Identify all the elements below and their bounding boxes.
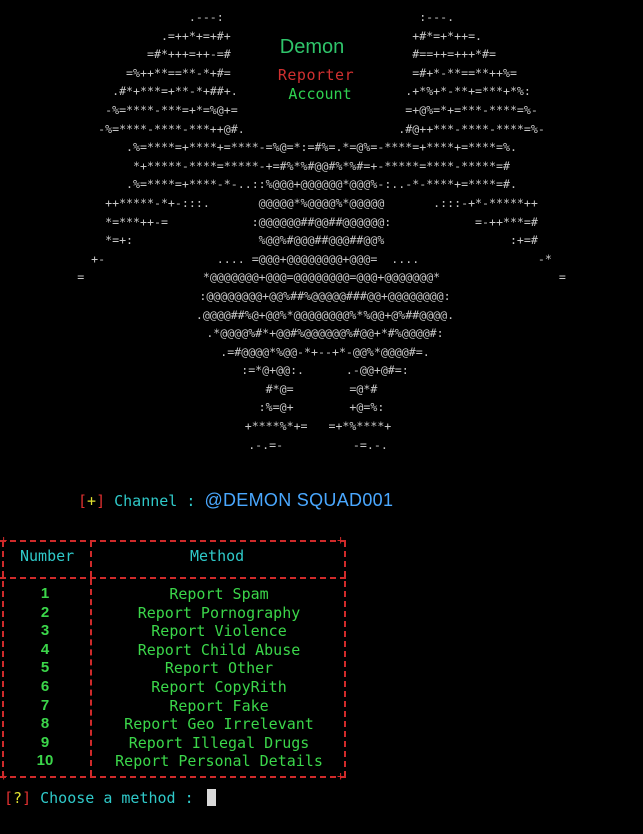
method-table: + + + + Number Method 1 Report Spam 2 Repo… bbox=[0, 533, 350, 783]
table-row[interactable]: 8 Report Geo Irrelevant bbox=[0, 715, 346, 734]
channel-bracket-close: ] bbox=[96, 492, 106, 510]
command-prompt[interactable]: [?] Choose a method : bbox=[4, 789, 216, 807]
table-row[interactable]: 9 Report Illegal Drugs bbox=[0, 734, 346, 753]
table-header-divider bbox=[90, 541, 92, 577]
channel-label: Channel : bbox=[105, 492, 205, 510]
row-number: 1 bbox=[40, 585, 50, 602]
row-method: Report Violence bbox=[151, 622, 287, 641]
channel-line: [+] Channel : @DEMON SQUAD001 bbox=[78, 490, 393, 511]
table-row[interactable]: 7 Report Fake bbox=[0, 697, 346, 716]
row-number: 7 bbox=[40, 696, 50, 714]
table-row[interactable]: 3 Report Violence bbox=[0, 622, 346, 641]
table-body: 1 Report Spam 2 Report Pornography 3 Report… bbox=[0, 585, 346, 771]
table-row[interactable]: 2 Report Pornography bbox=[0, 604, 346, 623]
channel-plus-marker: + bbox=[87, 492, 97, 510]
prompt-label: Choose a method : bbox=[31, 789, 203, 807]
table-row[interactable]: 5 Report Other bbox=[0, 659, 346, 678]
banner-subtitle-account: Account bbox=[288, 85, 352, 103]
terminal-window: .---: :---. .=++*+=+#+ +#*=+*++=. =#*+++… bbox=[0, 0, 643, 834]
table-header-method: Method bbox=[190, 547, 245, 565]
row-method: Report Geo Irrelevant bbox=[124, 715, 314, 734]
prompt-question-marker: ? bbox=[13, 789, 23, 807]
table-row[interactable]: 4 Report Child Abuse bbox=[0, 641, 346, 660]
table-header-number: Number bbox=[20, 547, 75, 565]
prompt-bracket-open: [ bbox=[4, 789, 14, 807]
row-method: Report Child Abuse bbox=[137, 640, 301, 659]
text-cursor[interactable] bbox=[206, 789, 216, 806]
row-number: 3 bbox=[40, 622, 50, 640]
row-method: Report Spam bbox=[169, 585, 269, 603]
table-row[interactable]: 1 Report Spam bbox=[0, 585, 346, 604]
row-method: Report Other bbox=[164, 659, 274, 678]
row-method: Report Illegal Drugs bbox=[128, 733, 310, 752]
banner-subtitle-reporter: Reporter bbox=[277, 66, 355, 84]
table-row[interactable]: 6 Report CopyRith bbox=[0, 678, 346, 697]
row-method: Report Personal Details bbox=[115, 752, 323, 771]
channel-bracket-open: [ bbox=[78, 492, 88, 510]
row-method: Report Fake bbox=[169, 696, 269, 715]
row-number: 9 bbox=[40, 733, 50, 751]
channel-handle-link[interactable]: @DEMON SQUAD001 bbox=[204, 490, 393, 510]
row-number: 5 bbox=[40, 659, 50, 677]
row-number: 8 bbox=[40, 715, 50, 733]
row-method: Report Pornography bbox=[137, 603, 301, 622]
row-number: 4 bbox=[40, 640, 50, 658]
table-row[interactable]: 10 Report Personal Details bbox=[0, 752, 346, 771]
row-number: 2 bbox=[40, 603, 50, 621]
row-method: Report CopyRith bbox=[151, 677, 287, 696]
row-number: 10 bbox=[36, 752, 54, 770]
prompt-bracket-close: ] bbox=[22, 789, 32, 807]
banner-title: Demon bbox=[279, 36, 345, 58]
row-number: 6 bbox=[40, 677, 50, 695]
